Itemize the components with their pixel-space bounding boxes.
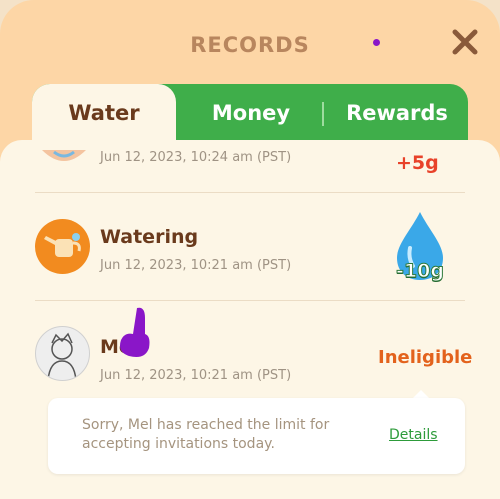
details-link[interactable]: Details <box>389 427 438 443</box>
user-avatar-icon <box>35 326 90 381</box>
row-divider <box>35 300 465 301</box>
page-title: RECORDS <box>190 33 310 57</box>
close-icon[interactable] <box>450 27 480 57</box>
record-date: Jun 12, 2023, 10:24 am (PST) <box>100 150 292 165</box>
record-amount: +5g <box>396 152 439 174</box>
row-divider <box>35 192 465 193</box>
record-date: Jun 12, 2023, 10:21 am (PST) <box>100 368 292 383</box>
status-badge: Ineligible <box>378 347 473 368</box>
record-amount: -10g <box>396 260 445 283</box>
tab-rewards[interactable]: Rewards <box>326 84 468 142</box>
redaction-scribble <box>120 307 150 357</box>
ineligible-tooltip: Sorry, Mel has reached the limit for acc… <box>48 398 465 474</box>
records-panel: RECORDS Water Money Rewards Jun 12, 2023… <box>0 0 500 499</box>
watering-can-icon <box>35 219 90 274</box>
notification-dot <box>373 39 380 46</box>
tooltip-message: Sorry, Mel has reached the limit for acc… <box>82 417 330 452</box>
record-date: Jun 12, 2023, 10:21 am (PST) <box>100 258 292 273</box>
record-name: Watering <box>100 226 199 248</box>
tab-money[interactable]: Money <box>178 84 324 142</box>
tab-divider <box>322 102 324 126</box>
partial-avatar-icon <box>42 150 86 161</box>
